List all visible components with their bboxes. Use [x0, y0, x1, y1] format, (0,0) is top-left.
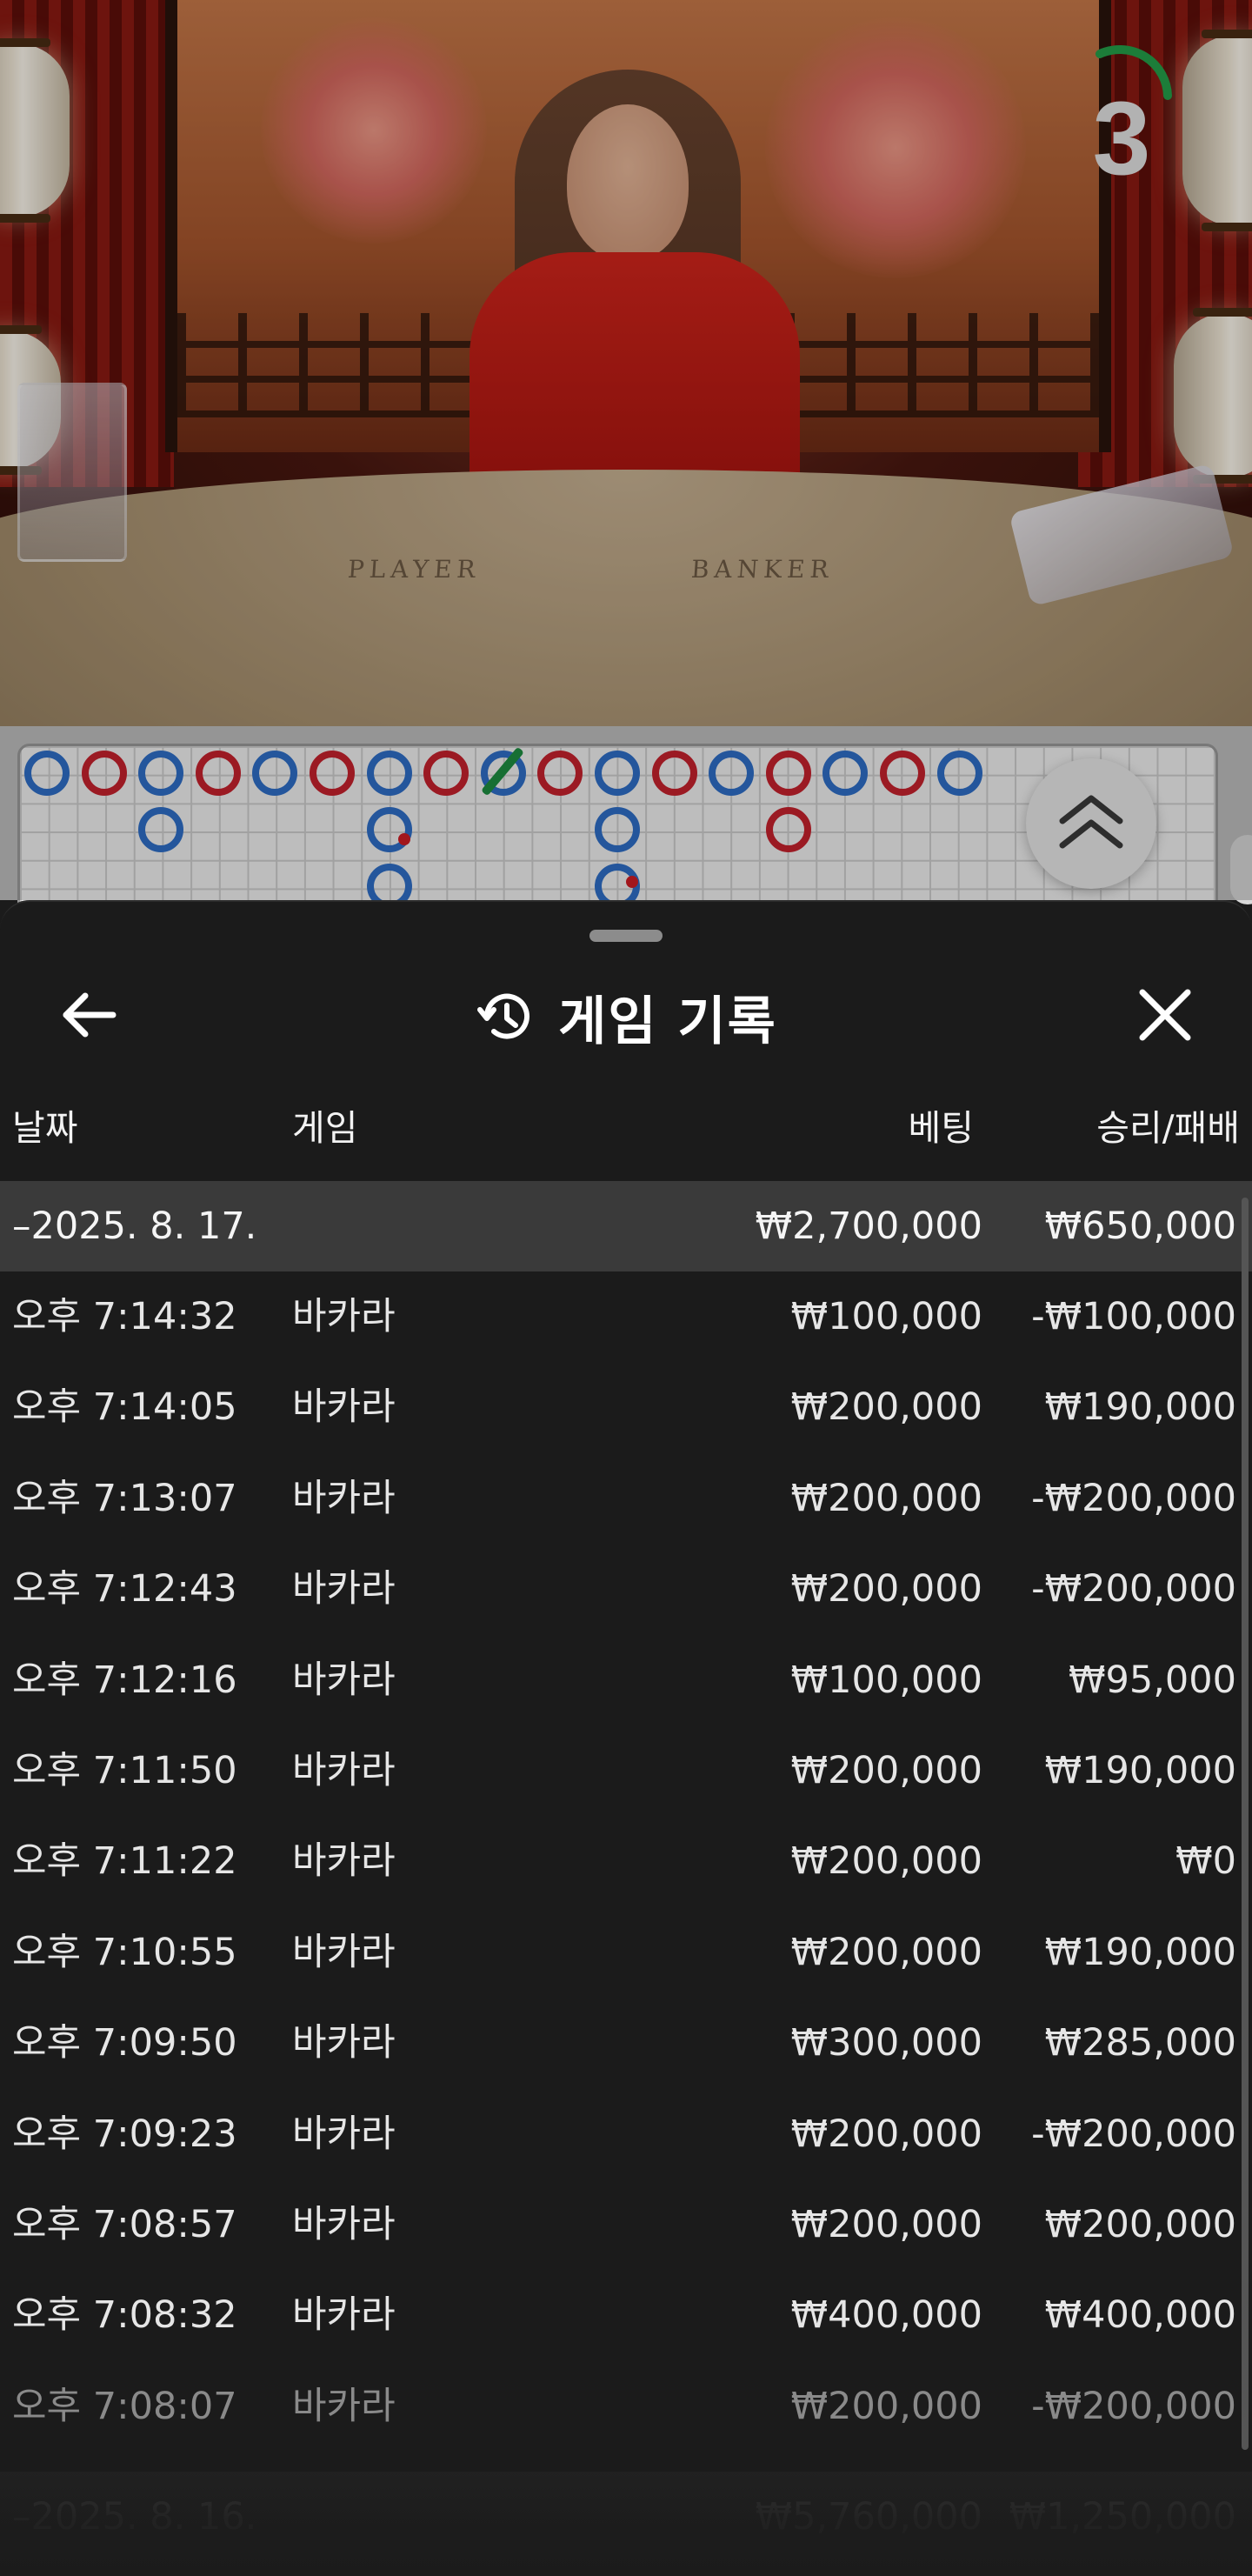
column-header-date: 날짜: [12, 1107, 78, 1149]
row-result: -₩200,000: [1031, 2384, 1236, 2428]
sheet-header: 게임 기록: [0, 973, 1252, 1060]
date-group-row[interactable]: –2025. 8. 17. ₩2,700,000 ₩650,000: [0, 1181, 1252, 1271]
next-group-date: –2025. 8. 16.: [12, 2495, 257, 2539]
row-result: ₩0: [1175, 1839, 1236, 1884]
row-time: 오후 7:10:55: [12, 1930, 237, 1974]
row-bet: ₩200,000: [790, 2384, 982, 2428]
row-result: ₩285,000: [1044, 2021, 1236, 2065]
row-result: ₩190,000: [1044, 1930, 1236, 1974]
row-bet: ₩100,000: [790, 1658, 982, 1702]
row-game: 바카라: [292, 1385, 396, 1430]
game-history-sheet: 게임 기록 날짜 게임 베팅 승리/패배 –2025. 8. 17. ₩2,70…: [0, 900, 1252, 2576]
scrollbar[interactable]: [1242, 1198, 1249, 2450]
history-row[interactable]: 오후 7:12:16 바카라 ₩100,000 ₩95,000: [0, 1635, 1252, 1725]
history-row[interactable]: 오후 7:10:55 바카라 ₩200,000 ₩190,000: [0, 1907, 1252, 1998]
history-row[interactable]: 오후 7:13:07 바카라 ₩200,000 -₩200,000: [0, 1453, 1252, 1544]
row-time: 오후 7:12:16: [12, 1658, 237, 1702]
row-time: 오후 7:13:07: [12, 1476, 237, 1520]
row-bet: ₩200,000: [790, 1385, 982, 1430]
row-time: 오후 7:09:23: [12, 2112, 237, 2156]
history-row[interactable]: 오후 7:09:23 바카라 ₩200,000 -₩200,000: [0, 2089, 1252, 2179]
row-game: 바카라: [292, 2112, 396, 2156]
row-game: 바카라: [292, 1658, 396, 1702]
row-bet: ₩200,000: [790, 2203, 982, 2246]
history-row[interactable]: 오후 7:14:05 바카라 ₩200,000 ₩190,000: [0, 1362, 1252, 1452]
group-date: –2025. 8. 17.: [12, 1205, 257, 1248]
row-result: -₩200,000: [1031, 1476, 1236, 1520]
row-bet: ₩200,000: [790, 1839, 982, 1884]
sheet-title: 게임 기록: [558, 991, 777, 1052]
row-bet: ₩100,000: [790, 1295, 982, 1338]
row-time: 오후 7:14:32: [12, 1295, 237, 1338]
history-icon: [477, 993, 530, 1039]
row-result: -₩200,000: [1031, 1567, 1236, 1612]
row-time: 오후 7:08:32: [12, 2293, 237, 2338]
row-result: ₩95,000: [1069, 1658, 1236, 1702]
group-total-bet: ₩2,700,000: [755, 1205, 982, 1248]
close-button[interactable]: [1130, 980, 1200, 1050]
row-time: 오후 7:11:50: [12, 1749, 237, 1792]
row-game: 바카라: [292, 1476, 396, 1520]
row-bet: ₩200,000: [790, 1476, 982, 1520]
row-time: 오후 7:11:22: [12, 1839, 237, 1884]
row-bet: ₩200,000: [790, 2112, 982, 2156]
row-time: 오후 7:08:57: [12, 2203, 237, 2246]
row-result: ₩200,000: [1044, 2203, 1236, 2246]
row-game: 바카라: [292, 1839, 396, 1884]
column-header-result: 승리/패배: [1096, 1107, 1240, 1149]
column-header-bet: 베팅: [908, 1107, 974, 1149]
row-result: -₩100,000: [1031, 1295, 1236, 1338]
history-row[interactable]: 오후 7:14:32 바카라 ₩100,000 -₩100,000: [0, 1271, 1252, 1362]
row-bet: ₩400,000: [790, 2293, 982, 2338]
row-bet: ₩200,000: [790, 1749, 982, 1792]
row-game: 바카라: [292, 2021, 396, 2065]
history-row[interactable]: 오후 7:08:57 바카라 ₩200,000 ₩200,000: [0, 2179, 1252, 2270]
history-row[interactable]: 오후 7:11:50 바카라 ₩200,000 ₩190,000: [0, 1725, 1252, 1816]
row-result: -₩200,000: [1031, 2112, 1236, 2156]
history-row[interactable]: 오후 7:09:50 바카라 ₩300,000 ₩285,000: [0, 1998, 1252, 2088]
group-total-result: ₩650,000: [1044, 1205, 1236, 1248]
row-bet: ₩300,000: [790, 2021, 982, 2065]
history-row[interactable]: 오후 7:08:07 바카라 ₩200,000 -₩200,000: [0, 2361, 1252, 2452]
history-row[interactable]: 오후 7:11:22 바카라 ₩200,000 ₩0: [0, 1816, 1252, 1906]
row-result: ₩190,000: [1044, 1385, 1236, 1430]
row-game: 바카라: [292, 1930, 396, 1974]
row-game: 바카라: [292, 1295, 396, 1338]
next-group-total-bet: ₩5,760,000: [755, 2495, 982, 2539]
row-result: ₩190,000: [1044, 1749, 1236, 1792]
next-group-total-result: ₩1,250,000: [1009, 2495, 1236, 2539]
row-bet: ₩200,000: [790, 1567, 982, 1612]
row-game: 바카라: [292, 2293, 396, 2338]
row-result: ₩400,000: [1044, 2293, 1236, 2338]
row-bet: ₩200,000: [790, 1930, 982, 1974]
row-game: 바카라: [292, 1749, 396, 1792]
next-date-group-row[interactable]: –2025. 8. 16. ₩5,760,000 ₩1,250,000: [0, 2472, 1252, 2576]
history-row[interactable]: 오후 7:08:32 바카라 ₩400,000 ₩400,000: [0, 2270, 1252, 2360]
drag-handle[interactable]: [589, 930, 663, 942]
row-game: 바카라: [292, 2384, 396, 2428]
row-game: 바카라: [292, 1567, 396, 1612]
row-time: 오후 7:12:43: [12, 1567, 237, 1612]
row-time: 오후 7:14:05: [12, 1385, 237, 1430]
history-row[interactable]: 오후 7:12:43 바카라 ₩200,000 -₩200,000: [0, 1544, 1252, 1634]
row-time: 오후 7:09:50: [12, 2021, 237, 2065]
close-icon: [1139, 989, 1191, 1041]
column-header-game: 게임: [292, 1107, 358, 1149]
background-scrim[interactable]: [0, 0, 1252, 900]
row-time: 오후 7:08:07: [12, 2384, 237, 2428]
row-game: 바카라: [292, 2203, 396, 2246]
